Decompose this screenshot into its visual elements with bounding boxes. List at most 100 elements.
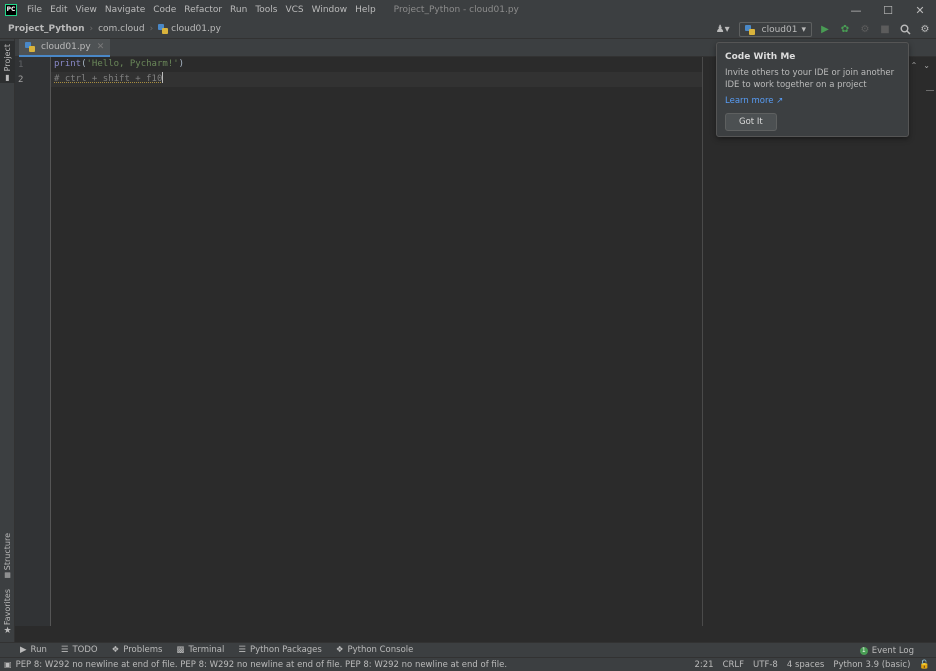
learn-more-link[interactable]: Learn more ↗ xyxy=(725,96,900,106)
chevron-right-icon: › xyxy=(89,24,94,34)
tool-python-packages[interactable]: ☰ Python Packages xyxy=(238,645,321,655)
status-bar: ▣ PEP 8: W292 no newline at end of file.… xyxy=(0,657,936,671)
chevron-down-icon: ▾ xyxy=(801,24,806,35)
menu-help[interactable]: Help xyxy=(351,0,380,20)
info-icon: ❖ xyxy=(111,645,120,655)
inspection-nav[interactable]: ⌃ ⌄ xyxy=(911,61,930,70)
stop-icon[interactable]: ■ xyxy=(878,23,892,37)
main-toolbar: ♟▾ cloud01 ▾ ▶ ✿ ⚙ ■ ⚙ xyxy=(713,21,932,38)
minimize-button[interactable]: — xyxy=(840,0,872,20)
star-icon: ★ xyxy=(3,626,12,637)
close-window-button[interactable]: ✕ xyxy=(904,0,936,20)
status-toggle-icon[interactable]: ▣ xyxy=(4,660,12,669)
tool-run-label: Run xyxy=(30,645,47,655)
status-message: PEP 8: W292 no newline at end of file. P… xyxy=(15,659,508,670)
tool-todo[interactable]: ☰ TODO xyxy=(61,645,98,655)
menu-refactor[interactable]: Refactor xyxy=(180,0,226,20)
menu-window[interactable]: Window xyxy=(308,0,352,20)
pycharm-logo-icon: PC xyxy=(5,4,17,16)
gear-icon[interactable]: ⚙ xyxy=(918,23,932,37)
got-it-button[interactable]: Got It xyxy=(725,113,777,131)
run-config-label: cloud01 xyxy=(761,24,798,35)
code-with-me-popup: Code With Me Invite others to your IDE o… xyxy=(716,42,909,137)
close-icon[interactable]: ✕ xyxy=(97,42,105,52)
event-log-icon: 1 xyxy=(859,646,868,655)
tool-problems[interactable]: ❖ Problems xyxy=(112,645,163,655)
menu-file[interactable]: File xyxy=(23,0,46,20)
caret-position[interactable]: 2:21 xyxy=(694,660,713,670)
status-widgets: 2:21 CRLF UTF-8 4 spaces Python 3.9 (bas… xyxy=(694,658,930,671)
tab-cloud01[interactable]: cloud01.py ✕ xyxy=(19,39,111,57)
code-editor[interactable]: print('Hello, Pycharm!') # ctrl + shift … xyxy=(51,57,936,626)
line-number: 1 xyxy=(18,60,24,70)
chevron-up-icon[interactable]: ⌃ xyxy=(911,61,918,70)
terminal-icon: ▩ xyxy=(176,645,185,655)
chevron-down-icon[interactable]: ⌄ xyxy=(923,61,930,70)
tab-project[interactable]: Project ▮ xyxy=(0,41,15,83)
tool-python-console[interactable]: ❖ Python Console xyxy=(336,645,414,655)
code-token: ) xyxy=(178,59,185,69)
code-line[interactable]: print('Hello, Pycharm!') xyxy=(54,57,184,72)
menu-view[interactable]: View xyxy=(72,0,101,20)
menu-code[interactable]: Code xyxy=(149,0,180,20)
window-title: Project_Python - cloud01.py xyxy=(393,5,519,15)
tool-terminal[interactable]: ▩ Terminal xyxy=(176,645,224,655)
search-icon[interactable] xyxy=(898,23,912,37)
breadcrumb-file[interactable]: cloud01.py xyxy=(171,24,221,34)
indent-setting[interactable]: 4 spaces xyxy=(787,660,824,670)
python-file-icon xyxy=(25,42,35,52)
scrollbar-marker[interactable] xyxy=(926,90,934,91)
code-with-me-icon[interactable]: ♟▾ xyxy=(713,23,733,37)
tool-todo-label: TODO xyxy=(72,645,98,655)
window-controls: — ☐ ✕ xyxy=(840,0,936,20)
tab-label: cloud01.py xyxy=(41,42,91,52)
tab-structure-label: Structure xyxy=(3,533,12,571)
code-comment: # ctrl + shift + f10 xyxy=(54,74,163,84)
left-tool-strip: Project ▮ Structure ▦ Favorites ★ xyxy=(0,39,15,642)
code-line[interactable]: # ctrl + shift + f10 xyxy=(54,72,164,87)
chevron-right-icon: › xyxy=(149,24,154,34)
menu-run[interactable]: Run xyxy=(226,0,251,20)
lock-icon[interactable]: 🔓 xyxy=(919,660,930,670)
menu-navigate[interactable]: Navigate xyxy=(101,0,149,20)
python-console-icon: ❖ xyxy=(335,645,344,655)
menu-vcs[interactable]: VCS xyxy=(281,0,307,20)
python-file-icon xyxy=(744,24,755,35)
list-icon: ☰ xyxy=(60,645,69,655)
breadcrumb-project[interactable]: Project_Python xyxy=(8,24,84,34)
popup-title: Code With Me xyxy=(725,52,796,62)
folder-icon: ▮ xyxy=(5,73,10,83)
tool-problems-label: Problems xyxy=(123,645,163,655)
run-icon[interactable]: ▶ xyxy=(818,23,832,37)
code-token: 'Hello, Pycharm!' xyxy=(86,59,179,69)
tool-event-log[interactable]: 1 Event Log xyxy=(859,643,914,658)
text-caret xyxy=(162,72,164,83)
tool-event-log-label: Event Log xyxy=(871,645,914,656)
popup-body: Invite others to your IDE or join anothe… xyxy=(725,68,895,90)
tool-packages-label: Python Packages xyxy=(250,645,322,655)
maximize-button[interactable]: ☐ xyxy=(872,0,904,20)
file-encoding[interactable]: UTF-8 xyxy=(753,660,778,670)
tool-run[interactable]: ▶ Run xyxy=(20,645,47,655)
structure-icon: ▦ xyxy=(4,571,11,580)
line-separator[interactable]: CRLF xyxy=(723,660,744,670)
right-margin-guide xyxy=(702,57,703,626)
tool-console-label: Python Console xyxy=(347,645,414,655)
tab-structure[interactable]: Structure ▦ xyxy=(0,533,15,580)
run-icon: ▶ xyxy=(20,645,27,655)
coverage-icon[interactable]: ⚙ xyxy=(858,23,872,37)
line-number-gutter: 1 2 xyxy=(15,57,51,626)
layers-icon: ☰ xyxy=(238,645,246,655)
menu-edit[interactable]: Edit xyxy=(46,0,71,20)
breadcrumb-package[interactable]: com.cloud xyxy=(98,24,144,34)
tab-favorites[interactable]: Favorites ★ xyxy=(0,589,15,637)
tab-project-label: Project xyxy=(3,44,12,72)
menu-tools[interactable]: Tools xyxy=(251,0,281,20)
tool-terminal-label: Terminal xyxy=(188,645,225,655)
tab-favorites-label: Favorites xyxy=(3,589,12,626)
run-config-select[interactable]: cloud01 ▾ xyxy=(738,22,812,37)
menu-bar: PC File Edit View Navigate Code Refactor… xyxy=(0,0,936,20)
bottom-tool-bar: ▶ Run ☰ TODO ❖ Problems ▩ Terminal ☰ Pyt… xyxy=(0,642,936,657)
debug-icon[interactable]: ✿ xyxy=(838,23,852,37)
python-interpreter[interactable]: Python 3.9 (basic) xyxy=(833,660,910,670)
